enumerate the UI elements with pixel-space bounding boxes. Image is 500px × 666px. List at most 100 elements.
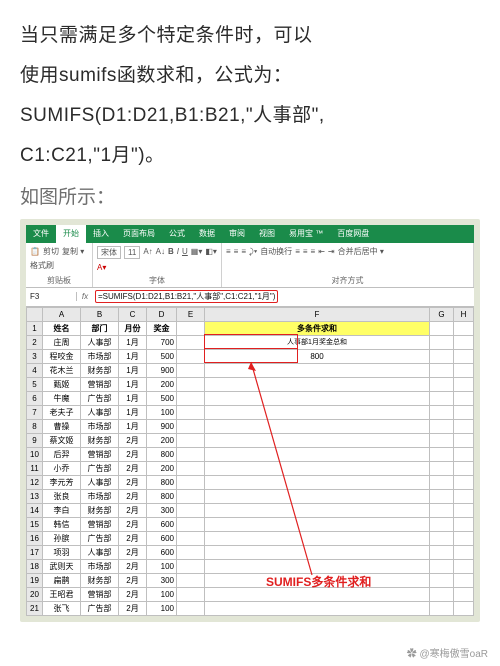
cell-B1[interactable]: 部门 [81, 321, 119, 335]
cell[interactable] [177, 433, 205, 447]
cell[interactable]: 人事部1月奖金总和 [205, 335, 430, 349]
formula-input[interactable]: =SUMIFS(D1:D21,B1:B21,"人事部",C1:C21,"1月") [93, 289, 474, 304]
cell[interactable] [177, 419, 205, 433]
cell[interactable] [205, 489, 430, 503]
cell[interactable] [177, 447, 205, 461]
align-mid-icon[interactable]: ≡ [234, 246, 239, 257]
cell[interactable] [205, 461, 430, 475]
cell[interactable] [177, 559, 205, 573]
cell[interactable]: 花木兰 [43, 363, 81, 377]
cell[interactable]: 600 [147, 545, 177, 559]
col-F[interactable]: F [205, 307, 430, 321]
row-head[interactable]: 12 [27, 475, 43, 489]
indent-dec-icon[interactable]: ⇤ [318, 246, 325, 257]
cell[interactable] [430, 475, 454, 489]
font-name-select[interactable]: 宋体 [97, 246, 121, 259]
align-center-icon[interactable]: ≡ [303, 246, 308, 257]
cell[interactable] [177, 503, 205, 517]
select-all[interactable] [27, 307, 43, 321]
cell[interactable]: 张飞 [43, 601, 81, 615]
cell[interactable] [430, 433, 454, 447]
cell[interactable]: 广告部 [81, 531, 119, 545]
cell[interactable]: 2月 [119, 559, 147, 573]
cell[interactable]: 2月 [119, 447, 147, 461]
cell-C1[interactable]: 月份 [119, 321, 147, 335]
font-color-button[interactable]: A▾ [97, 262, 106, 273]
cell[interactable]: 广告部 [81, 461, 119, 475]
cell[interactable]: 财务部 [81, 433, 119, 447]
cell[interactable] [177, 489, 205, 503]
tab-baidu[interactable]: 百度网盘 [330, 225, 376, 243]
cell[interactable]: 1月 [119, 391, 147, 405]
row-head[interactable]: 10 [27, 447, 43, 461]
cell[interactable] [177, 573, 205, 587]
cell[interactable] [430, 489, 454, 503]
cell[interactable]: 李白 [43, 503, 81, 517]
cell[interactable]: 财务部 [81, 573, 119, 587]
cell[interactable]: 1月 [119, 377, 147, 391]
cell[interactable]: 小乔 [43, 461, 81, 475]
cell[interactable]: 营销部 [81, 447, 119, 461]
cell[interactable] [454, 475, 474, 489]
cell[interactable]: 800 [147, 447, 177, 461]
row-head[interactable]: 4 [27, 363, 43, 377]
border-button[interactable]: ▦▾ [191, 246, 203, 259]
row-head[interactable]: 17 [27, 545, 43, 559]
cell[interactable]: 2月 [119, 573, 147, 587]
merge-button[interactable]: 合并后居中 ▾ [338, 246, 384, 257]
font-size-select[interactable]: 11 [124, 246, 140, 259]
cell[interactable]: 100 [147, 559, 177, 573]
cell[interactable] [454, 363, 474, 377]
cell[interactable]: 人事部 [81, 405, 119, 419]
cell[interactable] [454, 405, 474, 419]
cell[interactable]: 牛魔 [43, 391, 81, 405]
cell[interactable]: 2月 [119, 433, 147, 447]
row-head[interactable]: 13 [27, 489, 43, 503]
row-head[interactable]: 7 [27, 405, 43, 419]
cell[interactable] [205, 419, 430, 433]
cell[interactable]: 市场部 [81, 419, 119, 433]
row-head[interactable]: 19 [27, 573, 43, 587]
cell[interactable] [430, 419, 454, 433]
col-H[interactable]: H [454, 307, 474, 321]
cell[interactable] [177, 517, 205, 531]
cell[interactable] [430, 531, 454, 545]
cell[interactable] [177, 545, 205, 559]
cell[interactable] [177, 335, 205, 349]
cell[interactable]: 营销部 [81, 587, 119, 601]
cell[interactable]: 人事部 [81, 335, 119, 349]
cell[interactable] [454, 447, 474, 461]
row-head[interactable]: 9 [27, 433, 43, 447]
cell-G1[interactable] [430, 321, 454, 335]
cell[interactable] [454, 433, 474, 447]
cell[interactable]: 600 [147, 517, 177, 531]
cell[interactable]: 市场部 [81, 349, 119, 363]
cell[interactable]: 广告部 [81, 601, 119, 615]
cell[interactable] [430, 503, 454, 517]
cell[interactable] [205, 391, 430, 405]
cell[interactable]: 李元芳 [43, 475, 81, 489]
cell[interactable] [205, 601, 430, 615]
cell[interactable]: 财务部 [81, 363, 119, 377]
cell-A1[interactable]: 姓名 [43, 321, 81, 335]
paste-button[interactable]: 📋 [30, 246, 40, 257]
font-grow-icon[interactable]: A↑ [143, 246, 152, 259]
row-head[interactable]: 14 [27, 503, 43, 517]
name-box[interactable]: F3 [26, 292, 77, 301]
cell[interactable]: 孙膑 [43, 531, 81, 545]
copy-button[interactable]: 复制 ▾ [62, 246, 84, 257]
cell[interactable] [205, 517, 430, 531]
cell[interactable]: 100 [147, 405, 177, 419]
cell[interactable] [430, 573, 454, 587]
align-top-icon[interactable]: ≡ [226, 246, 231, 257]
cell[interactable]: 2月 [119, 461, 147, 475]
cell[interactable]: 800 [147, 475, 177, 489]
col-C[interactable]: C [119, 307, 147, 321]
cell[interactable] [430, 363, 454, 377]
cell[interactable] [430, 559, 454, 573]
cell[interactable]: 2月 [119, 475, 147, 489]
cell[interactable]: 人事部 [81, 475, 119, 489]
cell[interactable]: 100 [147, 587, 177, 601]
cell[interactable] [454, 377, 474, 391]
cell[interactable] [177, 377, 205, 391]
